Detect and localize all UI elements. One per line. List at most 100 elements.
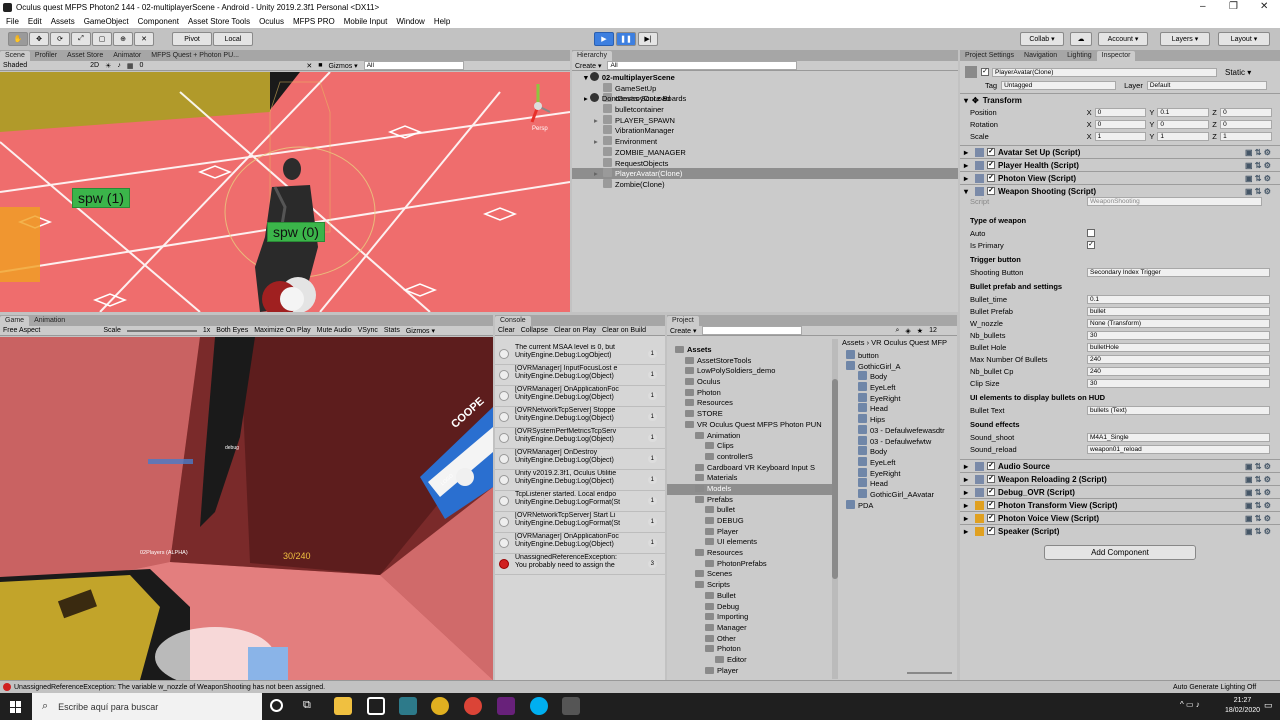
component-photon-view-script[interactable]: ▸ ✓ Photon View (Script) ▣ ⇅ ⚙ xyxy=(960,171,1280,184)
transform-z-input[interactable]: 1 xyxy=(1220,131,1272,141)
visual-studio-icon[interactable] xyxy=(497,697,515,715)
close-button[interactable]: ✕ xyxy=(1260,1,1268,12)
component-settings-icon[interactable]: ▣ ⇅ ⚙ xyxy=(1245,187,1271,196)
component-enabled-checkbox[interactable]: ✓ xyxy=(987,174,995,182)
project-folder-item[interactable]: Editor xyxy=(667,655,832,666)
file-explorer-icon[interactable] xyxy=(334,697,352,715)
component-enabled-checkbox[interactable]: ✓ xyxy=(987,161,995,169)
tab-animation[interactable]: Animation xyxy=(29,316,70,326)
project-folder-item[interactable]: LowPolySoldiers_demo xyxy=(667,366,832,377)
field-value-input[interactable]: None (Transform) xyxy=(1087,318,1270,328)
component-audio-source[interactable]: ▸ ✓ Audio Source ▣ ⇅ ⚙ xyxy=(960,459,1280,472)
tab-game[interactable]: Game xyxy=(0,316,30,326)
component-settings-icon[interactable]: ▣ ⇅ ⚙ xyxy=(1245,462,1271,471)
project-asset-item[interactable]: EyeLeft xyxy=(842,456,957,468)
move-tool-button[interactable]: ✥ xyxy=(29,32,49,46)
field-value-input[interactable]: bullets (Text) xyxy=(1087,405,1270,415)
tab-profiler[interactable]: Profiler xyxy=(30,51,62,61)
project-folder-item[interactable]: PhotonPrefabs xyxy=(667,559,832,570)
project-scrollbar[interactable] xyxy=(832,339,838,679)
notification-icon[interactable]: ▭ xyxy=(1264,700,1273,711)
console-log-row[interactable]: TcpListener started. Local endpo UnityEng… xyxy=(495,491,665,512)
tab-project-settings[interactable]: Project Settings xyxy=(960,51,1019,61)
scene-root-item[interactable]: ▾ 02-multiplayerScene xyxy=(572,72,958,83)
project-asset-item[interactable]: 03 - Defaulwefewasdtr xyxy=(842,424,957,436)
transform-z-input[interactable]: 0 xyxy=(1220,107,1272,117)
star-icon[interactable]: ★ xyxy=(917,327,923,335)
component-enabled-checkbox[interactable]: ✓ xyxy=(987,527,995,535)
component-settings-icon[interactable]: ▣ ⇅ ⚙ xyxy=(1245,475,1271,484)
stats-toggle[interactable]: Stats xyxy=(384,327,400,334)
component-enabled-checkbox[interactable]: ✓ xyxy=(987,148,995,156)
tab-lighting[interactable]: Lighting xyxy=(1062,51,1097,61)
transform-x-input[interactable]: 0 xyxy=(1094,107,1147,117)
hierarchy-item[interactable]: ▸ PLAYER_SPAWN xyxy=(572,114,958,126)
project-folder-item[interactable]: Other xyxy=(667,634,832,645)
console-log-row[interactable]: [OVRManager] OnApplicationFoc UnityEngine… xyxy=(495,533,665,554)
custom-tool-button[interactable]: ✕ xyxy=(134,32,154,46)
gizmos-dropdown[interactable]: Gizmos ▾ xyxy=(329,62,358,70)
project-folder-item[interactable]: UI elements xyxy=(667,537,832,548)
windows-start-icon[interactable] xyxy=(10,701,22,713)
project-tab[interactable]: Project xyxy=(667,316,699,326)
scene-search-input[interactable]: All xyxy=(363,61,464,70)
field-value-input[interactable]: weapon01_reload xyxy=(1087,444,1270,454)
project-asset-item[interactable]: PDA xyxy=(842,499,957,511)
2d-toggle[interactable]: 2D xyxy=(90,62,99,69)
foldout-arrow-icon[interactable]: ▸ xyxy=(964,161,972,170)
clear-on-build-button[interactable]: Clear on Build xyxy=(602,327,646,334)
component-weapon-reloading-2-script[interactable]: ▸ ✓ Weapon Reloading 2 (Script) ▣ ⇅ ⚙ xyxy=(960,472,1280,485)
rotate-tool-button[interactable]: ⟳ xyxy=(50,32,70,46)
field-value-input[interactable]: Secondary Index Trigger xyxy=(1087,267,1270,277)
transform-x-input[interactable]: 1 xyxy=(1094,131,1147,141)
tag-dropdown[interactable]: Untagged xyxy=(1001,81,1117,90)
transform-x-input[interactable]: 0 xyxy=(1094,119,1147,129)
console-log-row[interactable]: [OVRSystemPerfMetricsTcpServ UnityEngine.… xyxy=(495,428,665,449)
menu-mobile-input[interactable]: Mobile Input xyxy=(344,17,388,26)
component-avatar-set-up-script[interactable]: ▸ ✓ Avatar Set Up (Script) ▣ ⇅ ⚙ xyxy=(960,145,1280,158)
console-log-row[interactable]: The current MSAA level is 0, but UnityEng… xyxy=(495,344,665,365)
project-asset-item[interactable]: 03 - Defaulwefwtw xyxy=(842,435,957,447)
project-folder-item[interactable]: Materials xyxy=(667,473,832,484)
component-settings-icon[interactable]: ▣ ⇅ ⚙ xyxy=(1245,148,1271,157)
project-folder-item[interactable]: Clips xyxy=(667,441,832,452)
tab-navigation[interactable]: Navigation xyxy=(1019,51,1062,61)
tab-scene[interactable]: Scene xyxy=(0,51,30,61)
clock[interactable]: 21:27 18/02/2020 xyxy=(1225,696,1260,716)
component-weapon-shooting-script[interactable]: ▾ ✓ Weapon Shooting (Script) ▣ ⇅ ⚙ xyxy=(960,184,1280,197)
light-toggle-icon[interactable]: ☀ xyxy=(105,62,111,70)
project-folder-item[interactable]: Bullet xyxy=(667,591,832,602)
clear-on-play-button[interactable]: Clear on Play xyxy=(554,327,596,334)
project-folder-item[interactable]: STORE xyxy=(667,409,832,420)
tab-mfps-quest-photon-pu[interactable]: MFPS Quest + Photon PU... xyxy=(146,51,244,61)
game-viewport[interactable]: 30/240 02Players (ALPHA) debug COOPE LOG… xyxy=(0,337,493,680)
project-folder-item[interactable]: Photon xyxy=(667,388,832,399)
project-folder-item[interactable]: Assets xyxy=(667,345,832,356)
console-log-row[interactable]: [OVRManager] InputFocusLost e UnityEngine… xyxy=(495,365,665,386)
transform-z-input[interactable]: 0 xyxy=(1220,119,1272,129)
project-folder-item[interactable]: AssetStoreTools xyxy=(667,356,832,367)
component-settings-icon[interactable]: ▣ ⇅ ⚙ xyxy=(1245,501,1271,510)
component-enabled-checkbox[interactable]: ✓ xyxy=(987,501,995,509)
hierarchy-create-dropdown[interactable]: Create ▾ xyxy=(575,62,601,70)
transform-tool-button[interactable]: ⊕ xyxy=(113,32,133,46)
project-asset-item[interactable]: Body xyxy=(842,371,957,382)
status-error-text[interactable]: UnassignedReferenceException: The variab… xyxy=(14,684,325,691)
component-enabled-checkbox[interactable]: ✓ xyxy=(987,462,995,470)
project-folder-item[interactable]: Debug xyxy=(667,602,832,613)
menu-asset-store-tools[interactable]: Asset Store Tools xyxy=(188,17,250,26)
app-icon-b[interactable] xyxy=(431,697,449,715)
field-value-input[interactable]: 30 xyxy=(1087,378,1270,388)
hierarchy-item[interactable]: Zombie(Clone) xyxy=(572,178,958,190)
project-asset-item[interactable]: button xyxy=(842,350,957,361)
mail-icon[interactable] xyxy=(367,697,385,715)
transform-y-input[interactable]: 0.1 xyxy=(1157,107,1210,117)
foldout-arrow-icon[interactable]: ▸ xyxy=(964,475,972,484)
field-value-input[interactable]: bullet xyxy=(1087,306,1270,316)
foldout-arrow-icon[interactable]: ▸ xyxy=(964,527,972,536)
dont-destroy-item[interactable]: ▸ DontDestroyOnLoad xyxy=(572,93,958,104)
console-log-row[interactable]: UnassignedReferenceException: You probabl… xyxy=(495,554,665,575)
unity-taskbar-icon[interactable] xyxy=(562,697,580,715)
foldout-arrow-icon[interactable]: ▸ xyxy=(964,488,972,497)
project-asset-item[interactable]: GothicGirl_A xyxy=(842,360,957,372)
